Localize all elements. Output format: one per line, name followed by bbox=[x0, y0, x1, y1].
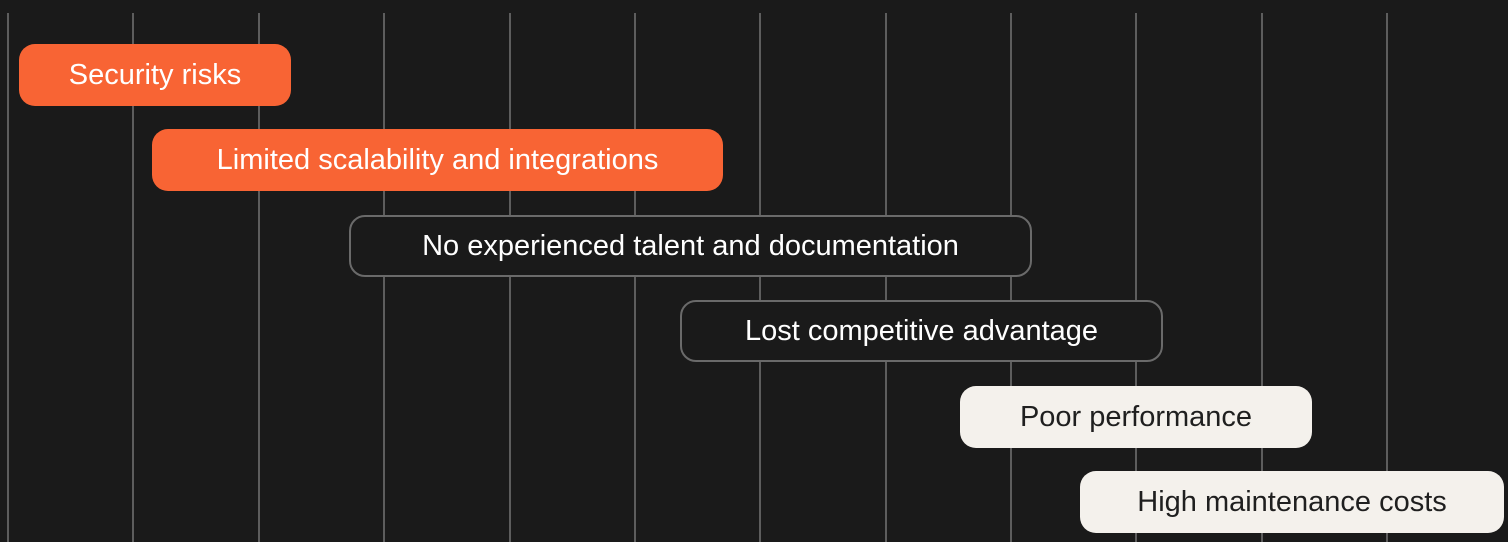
lost-competitive-advantage-bar: Lost competitive advantage bbox=[680, 300, 1163, 362]
grid-line bbox=[634, 13, 636, 542]
grid-line bbox=[1010, 13, 1012, 542]
grid-line bbox=[885, 13, 887, 542]
diagram-canvas: Security risks Limited scalability and i… bbox=[0, 0, 1508, 542]
grid-line bbox=[759, 13, 761, 542]
grid-line bbox=[509, 13, 511, 542]
security-risks-bar: Security risks bbox=[19, 44, 291, 106]
grid-line bbox=[1386, 13, 1388, 542]
grid-line bbox=[383, 13, 385, 542]
limited-scalability-bar: Limited scalability and integrations bbox=[152, 129, 723, 191]
grid-line bbox=[1135, 13, 1137, 542]
high-maintenance-costs-bar: High maintenance costs bbox=[1080, 471, 1504, 533]
no-experienced-talent-bar: No experienced talent and documentation bbox=[349, 215, 1032, 277]
grid-line bbox=[7, 13, 9, 542]
grid-line bbox=[1261, 13, 1263, 542]
poor-performance-bar: Poor performance bbox=[960, 386, 1312, 448]
